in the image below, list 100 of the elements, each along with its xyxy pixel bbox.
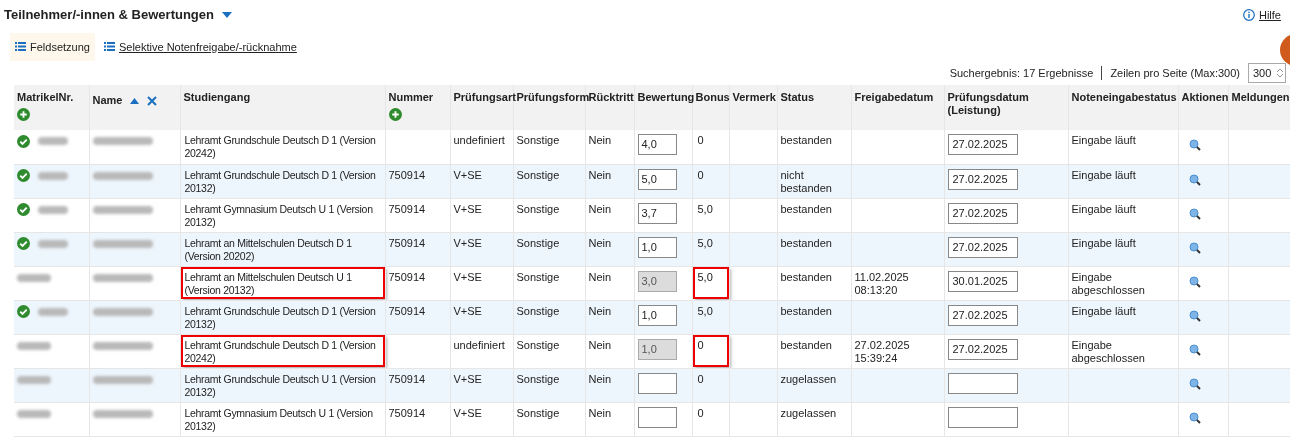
course-name: Lehramt Grundschule Deutsch U 1 (Version 20132) [183,371,377,400]
exam-form: Sonstige [516,372,560,385]
grade-field[interactable] [637,406,677,428]
magnifier-icon[interactable] [1188,377,1201,390]
exam-number: 750914 [388,168,426,181]
exam-type: V+SE [453,270,482,283]
course-name: Lehramt Grundschule Deutsch D 1 (Version 20132) [183,167,377,196]
exam-date-field[interactable]: 27.02.2025 [947,338,1018,360]
course-name: Lehramt Grundschule Deutsch D 1 (Version 20132) [183,303,377,332]
magnifier-icon[interactable] [1188,309,1201,322]
grade-field[interactable]: 1,0 [637,304,677,326]
close-icon[interactable] [147,95,158,106]
redacted-text [92,273,153,282]
grade-field[interactable]: 1,0 [637,338,677,360]
exam-date-field[interactable] [947,372,1018,394]
entry-status: Eingabe abgeschlossen [1071,270,1145,296]
bonus-value: 0 [696,133,705,148]
magnifier-icon[interactable] [1188,343,1201,356]
status: bestanden [780,304,832,317]
status: zugelassen [780,372,837,385]
exam-type: V+SE [453,202,482,215]
grade-field[interactable]: 5,0 [637,168,677,190]
grade-field[interactable] [637,372,677,394]
magnifier-icon[interactable] [1188,207,1201,220]
info-icon[interactable] [1243,8,1255,21]
grade-field[interactable]: 4,0 [637,134,677,155]
magnifier-icon[interactable] [1188,275,1201,288]
exam-date-field[interactable]: 27.02.2025 [947,168,1018,190]
bonus-value: 5,0 [696,303,714,319]
redacted-text [38,171,68,180]
exam-number: 750914 [388,202,426,215]
exam-number: 750914 [388,372,426,385]
column-title: Studiengang [183,91,251,103]
exam-type: V+SE [453,406,482,419]
toolbar-link[interactable]: Selektive Notenfreigabe/-rücknahme [98,32,302,61]
exam-form: Sonstige [516,406,560,419]
bonus-value: 5,0 [692,266,729,299]
course-name: Lehramt Gymnasium Deutsch U 1 (Version 20132) [183,405,374,434]
caret-icon[interactable] [221,11,232,18]
help-link[interactable]: Hilfe [1259,6,1281,23]
add-icon[interactable] [388,108,402,121]
exam-date-field[interactable]: 27.02.2025 [947,202,1018,224]
redacted-text [92,171,153,180]
search-result-count: Suchergebnis: 17 Ergebnisse [949,65,1094,81]
column-title: Name [92,94,123,107]
exam-date-field[interactable] [947,406,1018,428]
exam-form: Sonstige [516,270,560,283]
column-title: Bewertung [637,91,695,103]
course-name: Lehramt an Mittelschulen Deutsch U 1 (Version 20132) [180,266,385,299]
redacted-text [17,273,51,282]
redacted-text [38,239,68,248]
withdrawal: Nein [588,304,612,317]
course-name: Lehramt Grundschule Deutsch D 1 (Version 20242) [180,334,385,367]
exam-date-field[interactable]: 30.01.2025 [947,270,1018,292]
release-date: 11.02.2025 08:13:20 [854,270,909,296]
sort-ascending-icon[interactable] [130,97,140,104]
exam-form: Sonstige [516,338,560,351]
magnifier-icon[interactable] [1188,241,1201,254]
list-icon [103,42,115,52]
column-title: Rücktritt [588,91,634,103]
redacted-text [92,409,153,418]
status: bestanden [780,338,832,351]
magnifier-icon[interactable] [1188,173,1201,186]
exam-date-field[interactable]: 27.02.2025 [947,134,1018,155]
release-date: 27.02.2025 15:39:24 [854,338,910,364]
spinner-icon[interactable] [1277,68,1283,78]
column-title: Meldungen [1231,91,1290,103]
add-icon[interactable] [17,108,30,121]
entry-status: Eingabe abgeschlossen [1071,338,1145,364]
grade-field[interactable]: 3,7 [637,202,677,224]
grade-field[interactable]: 1,0 [637,236,677,258]
status: bestanden [780,236,832,249]
column-title: Prüfungsart [453,91,516,103]
bonus-value: 0 [696,371,705,387]
toolbar-link[interactable]: Feldsetzung [10,32,95,61]
exam-form: Sonstige [516,304,560,317]
status: zugelassen [780,406,837,419]
course-name: Lehramt an Mittelschulen Deutsch D 1 (Version 20202) [183,235,353,264]
exam-form: Sonstige [516,168,560,181]
exam-form: Sonstige [516,134,560,146]
status: bestanden [780,202,832,215]
magnifier-icon[interactable] [1188,411,1201,424]
redacted-text [92,307,153,316]
redacted-text [38,307,68,316]
column-title: Status [780,91,815,103]
exam-date-field[interactable]: 27.02.2025 [947,236,1018,258]
withdrawal: Nein [588,372,612,385]
rows-per-page-field[interactable]: 300 [1248,63,1286,83]
grade-field[interactable]: 3,0 [637,270,677,292]
exam-type: undefiniert [453,134,505,146]
column-title: Aktionen [1181,91,1229,103]
redacted-text [17,409,51,418]
column-title: Prüfungsdatum (Leistung) [947,91,1029,116]
magnifier-icon[interactable] [1188,139,1201,151]
course-name: Lehramt Gymnasium Deutsch U 1 (Version 20132) [183,201,374,230]
exam-date-field[interactable]: 27.02.2025 [947,304,1018,326]
exam-type: undefiniert [453,338,505,351]
exam-number: 750914 [388,236,426,249]
course-name: Lehramt Grundschule Deutsch D 1 (Version 20242) [183,133,377,161]
exam-number: 750914 [388,406,426,419]
